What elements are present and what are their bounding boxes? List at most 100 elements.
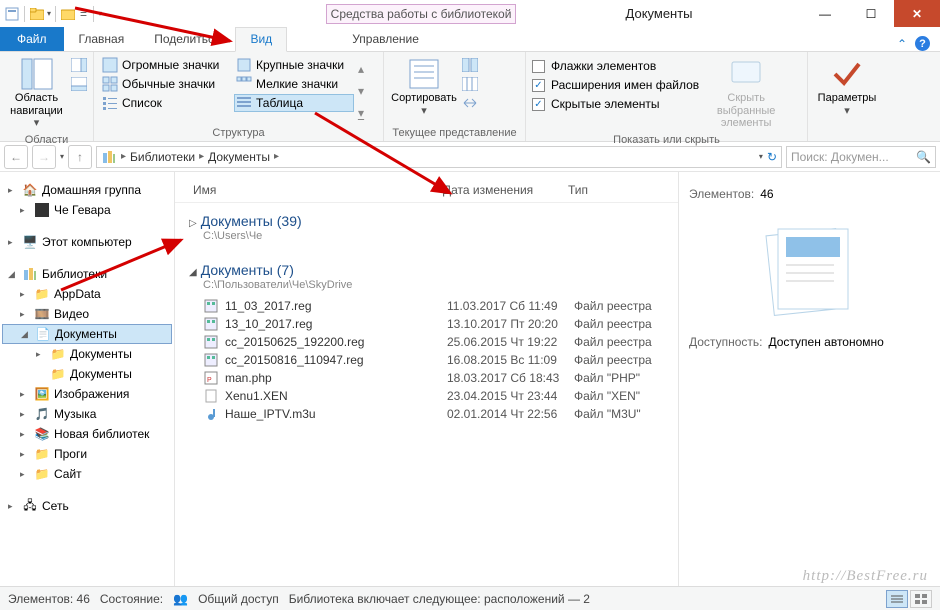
checkbox-item-flags[interactable]: Флажки элементов xyxy=(532,58,699,74)
tab-home[interactable]: Главная xyxy=(64,27,140,51)
nav-libraries[interactable]: ◢Библиотеки xyxy=(2,264,172,284)
nav-site[interactable]: ▸📁Сайт xyxy=(2,464,172,484)
nav-user-che[interactable]: ▸Че Гевара xyxy=(2,200,172,220)
minimize-button[interactable]: — xyxy=(802,0,848,27)
file-row[interactable]: cc_20150816_110947.reg16.08.2015 Вс 11:0… xyxy=(175,351,678,369)
back-button[interactable]: ← xyxy=(4,145,28,169)
breadcrumb[interactable]: ▸ Библиотеки ▸ Документы ▸ ▾ ↻ xyxy=(96,146,782,168)
tab-file[interactable]: Файл xyxy=(0,27,64,51)
add-columns-icon[interactable] xyxy=(462,77,478,93)
layout-list[interactable]: Список xyxy=(100,94,230,112)
file-icon xyxy=(203,298,219,314)
crumb-documents[interactable]: Документы xyxy=(208,150,270,164)
layout-huge-icons[interactable]: Огромные значки xyxy=(100,56,230,74)
nav-this-pc[interactable]: ▸🖥️Этот компьютер xyxy=(2,232,172,252)
file-row[interactable]: Xenu1.XEN23.04.2015 Чт 23:44Файл "XEN" xyxy=(175,387,678,405)
layout-normal-icons[interactable]: Обычные значки xyxy=(100,75,230,93)
file-name: 11_03_2017.reg xyxy=(225,299,447,313)
file-row[interactable]: 13_10_2017.reg13.10.2017 Пт 20:20Файл ре… xyxy=(175,315,678,333)
nav-network[interactable]: ▸🖧Сеть xyxy=(2,496,172,516)
chevron-right-icon[interactable]: ▸ xyxy=(119,151,128,162)
address-dropdown-icon[interactable]: ▾ xyxy=(759,152,763,161)
search-icon: 🔍 xyxy=(916,150,931,164)
hide-selected-button[interactable]: Скрыть выбранные элементы xyxy=(703,56,789,132)
nav-progi[interactable]: ▸📁Проги xyxy=(2,444,172,464)
preview-pane-icon[interactable] xyxy=(71,58,87,74)
navigation-pane-button[interactable]: Область навигации ▾ xyxy=(6,56,67,132)
nav-new-library[interactable]: ▸📚Новая библиотек xyxy=(2,424,172,444)
nav-documents-sub1[interactable]: ▸📁Документы xyxy=(2,344,172,364)
nav-label: Документы xyxy=(55,327,117,341)
file-date: 25.06.2015 Чт 19:22 xyxy=(447,335,574,349)
layout-small-icons[interactable]: Мелкие значки xyxy=(234,75,354,93)
column-name[interactable]: Имя xyxy=(193,183,443,197)
nav-documents[interactable]: ◢📄Документы xyxy=(2,324,172,344)
file-list: Имя Дата изменения Тип ▷Документы (39) C… xyxy=(175,172,678,586)
parameters-button[interactable]: Параметры ▾ xyxy=(814,56,880,119)
help-icon[interactable]: ? xyxy=(915,36,930,51)
chevron-right-icon[interactable]: ▸ xyxy=(272,151,281,162)
homegroup-icon: 🏠 xyxy=(22,182,38,198)
layout-big-icons[interactable]: Крупные значки xyxy=(234,56,354,74)
column-date[interactable]: Дата изменения xyxy=(443,183,568,197)
size-columns-icon[interactable] xyxy=(462,96,478,112)
nav-documents-sub2[interactable]: 📁Документы xyxy=(2,364,172,384)
status-state-label: Состояние: xyxy=(100,592,163,606)
sort-button[interactable]: Сортировать ▾ xyxy=(390,56,458,119)
file-row[interactable]: Pman.php18.03.2017 Сб 18:43Файл "PHP" xyxy=(175,369,678,387)
layout-more-icon[interactable]: ▾̲ xyxy=(358,106,364,120)
layout-label: Мелкие значки xyxy=(256,77,338,91)
ribbon-help-area: ⌃ ? xyxy=(887,36,940,51)
icons-view-button[interactable] xyxy=(910,590,932,608)
history-dropdown-icon[interactable]: ▾ xyxy=(60,152,64,161)
group-by-icon[interactable] xyxy=(462,58,478,74)
group-header[interactable]: ◢Документы (7) xyxy=(175,248,678,278)
collapse-ribbon-icon[interactable]: ⌃ xyxy=(897,37,907,51)
forward-button[interactable]: → xyxy=(32,145,56,169)
hide-icon xyxy=(730,58,762,90)
tab-view[interactable]: Вид xyxy=(235,27,287,52)
crumb-libraries[interactable]: Библиотеки xyxy=(130,150,195,164)
nav-video[interactable]: ▸🎞️Видео xyxy=(2,304,172,324)
tab-share[interactable]: Поделиться xyxy=(139,27,235,51)
checkbox-icon: ✓ xyxy=(532,98,545,111)
close-button[interactable]: ✕ xyxy=(894,0,940,27)
column-type[interactable]: Тип xyxy=(568,183,668,197)
scroll-up-icon[interactable]: ▴ xyxy=(358,62,364,76)
scroll-down-icon[interactable]: ▾ xyxy=(358,84,364,98)
normal-icons-icon xyxy=(102,76,118,92)
qat-more-icon[interactable]: ▾ xyxy=(98,9,102,18)
file-row[interactable]: cc_20150625_192200.reg25.06.2015 Чт 19:2… xyxy=(175,333,678,351)
hide-label: Скрыть выбранные элементы xyxy=(703,92,789,130)
nav-homegroup[interactable]: ▸🏠Домашняя группа xyxy=(2,180,172,200)
qat-dropdown-icon[interactable]: ▾ xyxy=(47,9,51,18)
file-name: man.php xyxy=(225,371,447,385)
checkbox-file-extensions[interactable]: ✓Расширения имен файлов xyxy=(532,77,699,93)
ribbon: Область навигации ▾ Области Огромные зна… xyxy=(0,52,940,142)
details-view-button[interactable] xyxy=(886,590,908,608)
checkbox-hidden-items[interactable]: ✓Скрытые элементы xyxy=(532,96,699,112)
group-title: Документы xyxy=(201,213,273,229)
maximize-button[interactable]: ☐ xyxy=(848,0,894,27)
layout-label: Обычные значки xyxy=(122,77,215,91)
new-folder-icon[interactable] xyxy=(29,6,45,22)
dropdown-icon: ▾ xyxy=(34,117,40,130)
nav-music[interactable]: ▸🎵Музыка xyxy=(2,404,172,424)
folder-icon[interactable] xyxy=(60,6,76,22)
up-button[interactable]: ↑ xyxy=(68,145,92,169)
properties-icon[interactable] xyxy=(4,6,20,22)
search-input[interactable]: Поиск: Докумен... 🔍 xyxy=(786,146,936,168)
file-type: Файл "M3U" xyxy=(574,407,641,421)
refresh-icon[interactable]: ↻ xyxy=(767,150,777,164)
group-current-view: Сортировать ▾ Текущее представление xyxy=(384,52,526,141)
tab-manage[interactable]: Управление xyxy=(337,27,434,51)
layout-table[interactable]: Таблица xyxy=(234,94,354,112)
details-availability-label: Доступность: xyxy=(689,335,762,349)
file-row[interactable]: Наше_IPTV.m3u02.01.2014 Чт 22:56Файл "M3… xyxy=(175,405,678,423)
nav-appdata[interactable]: ▸📁AppData xyxy=(2,284,172,304)
file-row[interactable]: 11_03_2017.reg11.03.2017 Сб 11:49Файл ре… xyxy=(175,297,678,315)
details-pane-icon[interactable] xyxy=(71,77,87,93)
chevron-right-icon[interactable]: ▸ xyxy=(197,151,206,162)
nav-images[interactable]: ▸🖼️Изображения xyxy=(2,384,172,404)
group-header[interactable]: ▷Документы (39) xyxy=(175,203,678,229)
